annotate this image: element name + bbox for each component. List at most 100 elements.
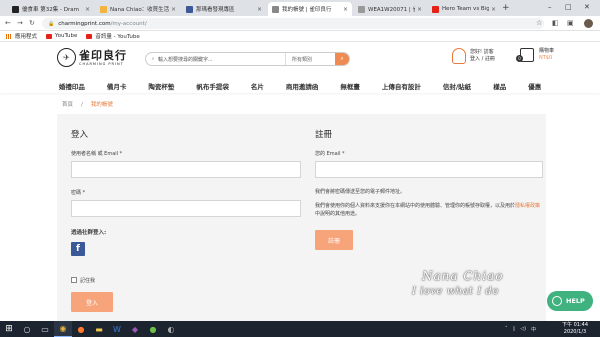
nav-item-invitations[interactable]: 商用邀請函 (286, 81, 319, 91)
search-input[interactable]: 輸入想要搜尋的關鍵字... (156, 56, 285, 63)
tab-label: 那瑪看發現專區 (196, 7, 235, 13)
window-close-icon[interactable]: ✕ (584, 2, 590, 12)
breadcrumb: 首頁 / 我的帳號 (62, 100, 113, 108)
account-login-register[interactable]: 登入 / 註冊 (470, 56, 495, 63)
taskbar-clock[interactable]: 下午 01:44 2020/1/3 (562, 322, 588, 336)
bookmark-youtube[interactable]: YouTube (46, 33, 77, 39)
nav-item-frameless-art[interactable]: 無框畫 (340, 81, 360, 91)
sparrow-logo-icon: ✈ (57, 48, 76, 67)
bookmark-youtube-audio[interactable]: 音訊量 - YouTube (86, 32, 140, 40)
login-button[interactable]: 登入 (71, 292, 113, 312)
nav-item-samples[interactable]: 樣品 (493, 81, 506, 91)
remember-me-checkbox[interactable] (71, 277, 77, 283)
youtube-icon (432, 5, 439, 13)
task-view-icon[interactable]: ▭ (36, 321, 54, 337)
search-button[interactable]: ⌕ (335, 53, 349, 65)
site-logo[interactable]: ✈ 雀印良行 CHARMING PRINT (57, 48, 127, 67)
lifebuoy-icon (552, 296, 562, 306)
search-icon[interactable]: ○ (18, 321, 36, 337)
url-input[interactable]: 🔒 charmingprint.com/my-account/ (42, 18, 544, 29)
account-link[interactable]: 您好! 訪客 登入 / 註冊 (452, 48, 495, 64)
tab-label: Nana Chiao：收買生活 (110, 7, 169, 13)
cart-count-badge: 0 (516, 55, 523, 62)
forward-icon[interactable]: → (17, 18, 23, 29)
browser-tab[interactable]: Nana Chiao：收買生活 × (96, 2, 180, 16)
close-icon[interactable]: × (85, 6, 90, 13)
system-tray: ˄ ▯ ◁) 中 (505, 321, 536, 337)
chat-icon[interactable]: ● (144, 321, 162, 337)
tab-label: Hero Team vs Big Mo (442, 6, 489, 12)
minimize-icon[interactable]: – (548, 2, 552, 12)
close-icon[interactable]: × (491, 6, 496, 13)
chrome-icon[interactable]: ◉ (54, 321, 72, 337)
nav-item-coasters[interactable]: 陶瓷杯墊 (148, 81, 174, 91)
password-field[interactable] (71, 200, 301, 217)
nav-item-wedding[interactable]: 婚禮印品 (59, 81, 85, 91)
cart-icon: 0 (516, 48, 534, 62)
word-icon[interactable]: W (108, 321, 126, 337)
tray-up-icon[interactable]: ˄ (505, 326, 508, 332)
firefox-icon[interactable]: ● (72, 321, 90, 337)
nav-item-monthly-card[interactable]: 備月卡 (107, 81, 127, 91)
facebook-login-icon[interactable]: f (71, 242, 85, 256)
new-tab-icon[interactable]: + (502, 3, 510, 13)
browser-tab-active[interactable]: 我的帳號 | 雀印良行 × (268, 2, 352, 16)
password-label: 密碼 * (71, 190, 86, 196)
privacy-note: 我們會使用你的個人資料來支援你在本網站中的使用體驗、管理你的帳號存取權，以及用於… (315, 202, 543, 218)
network-icon[interactable]: ▯ (513, 326, 516, 332)
app-icon[interactable]: ◆ (126, 321, 144, 337)
youtube-icon (46, 33, 53, 39)
extension-icon[interactable]: ▣ (567, 19, 574, 28)
browser-tab[interactable]: WEA1W20071 | 雀印 × (354, 2, 426, 16)
star-icon[interactable]: ☆ (536, 19, 542, 28)
video-icon (12, 5, 19, 13)
browser-tab[interactable]: Hero Team vs Big Mo × (428, 2, 500, 16)
logo-text-cn: 雀印良行 (79, 48, 127, 62)
close-icon[interactable]: × (343, 6, 348, 13)
browser-tab[interactable]: 優食車 第32集 - Dram × (8, 2, 94, 16)
user-icon (452, 48, 466, 64)
bookmark-apps[interactable]: 應用程式 (6, 32, 37, 40)
privacy-policy-link[interactable]: 隱私權政策 (515, 203, 540, 209)
nav-item-business-cards[interactable]: 名片 (251, 81, 264, 91)
ime-icon[interactable]: 中 (531, 326, 536, 333)
nav-item-tote-bags[interactable]: 帆布手提袋 (196, 81, 229, 91)
app2-icon[interactable]: ◐ (162, 321, 180, 337)
back-icon[interactable]: ← (5, 18, 11, 29)
search-category-select[interactable]: 所有類別 (285, 53, 335, 65)
username-label: 使用者名稱 或 Email * (71, 151, 123, 157)
watermark: Nana Chiao I love what I do (412, 268, 503, 300)
register-button[interactable]: 註冊 (315, 230, 353, 250)
facebook-icon (186, 5, 193, 13)
browser-tab-bar: 優食車 第32集 - Dram × Nana Chiao：收買生活 × 那瑪看發… (0, 0, 600, 16)
volume-icon[interactable]: ◁) (520, 326, 526, 332)
url-domain: charmingprint.com (58, 20, 111, 27)
cart-link[interactable]: 0 購物車 NT$0 (516, 48, 554, 62)
nav-item-upload-design[interactable]: 上傳自有設計 (382, 81, 421, 91)
close-icon[interactable]: × (171, 6, 176, 13)
lock-icon: 🔒 (48, 20, 55, 27)
address-bar-row: ← → ↻ 🔒 charmingprint.com/my-account/ ☆ … (0, 16, 600, 31)
tab-label: 我的帳號 | 雀印良行 (282, 7, 332, 13)
nav-item-offers[interactable]: 優惠 (528, 81, 541, 91)
bookmark-label: YouTube (55, 33, 78, 39)
tab-label: 優食車 第32集 - Dram (22, 7, 79, 13)
email-label: 您的 Email * (315, 151, 345, 157)
browser-tab[interactable]: 那瑪看發現專區 × (182, 2, 266, 16)
bookmark-label: 音訊量 - YouTube (95, 34, 140, 40)
reload-icon[interactable]: ↻ (29, 18, 35, 29)
breadcrumb-home[interactable]: 首頁 (62, 102, 73, 108)
breadcrumb-separator: / (81, 102, 83, 108)
explorer-icon[interactable]: ▬ (90, 321, 108, 337)
close-icon[interactable]: × (257, 6, 262, 13)
windows-start-icon[interactable]: ⊞ (0, 321, 18, 337)
username-field[interactable] (71, 161, 301, 178)
nav-item-envelopes-stickers[interactable]: 信封/貼紙 (443, 81, 471, 91)
help-button[interactable]: HELP (547, 291, 593, 311)
site-search: ⌕ 輸入想要搜尋的關鍵字... 所有類別 ⌕ (145, 52, 350, 66)
email-field[interactable] (315, 161, 543, 178)
close-icon[interactable]: × (417, 6, 422, 13)
maximize-icon[interactable]: □ (565, 2, 572, 12)
profile-avatar[interactable] (584, 19, 593, 28)
extension-icon[interactable]: ◧ (552, 19, 559, 28)
